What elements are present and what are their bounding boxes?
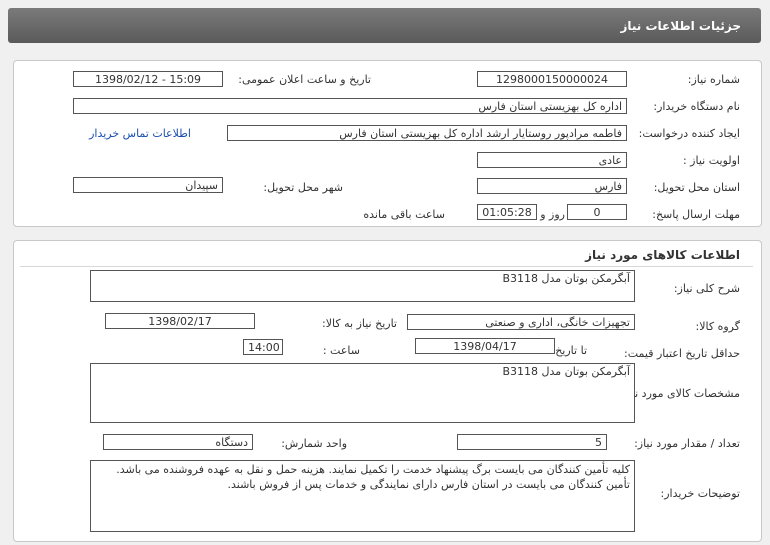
province-label: استان محل تحویل: [653,181,740,194]
need-number-field: 1298000150000024 [477,71,627,87]
need-date-field: 1398/02/17 [105,313,255,329]
requester-label: ایجاد کننده درخواست: [638,127,740,140]
goods-section-title: اطلاعات کالاهای مورد نیاز [585,248,740,262]
until-date-field: 1398/04/17 [415,338,555,354]
spec-field: آبگرمکن بوتان مدل B3118 [90,363,635,423]
province-field: فارس [477,178,627,194]
header-bar: جزئیات اطلاعات نیاز [8,8,761,43]
need-number-label: شماره نیاز: [687,73,740,86]
goods-group-label: گروه کالا: [695,320,740,333]
announce-label: تاریخ و ساعت اعلان عمومی: [238,73,371,86]
hour-field: 14:00 [243,339,283,355]
time-remaining-suffix: ساعت باقی مانده [363,208,445,221]
buyer-org-field: اداره کل بهزیستی استان فارس [73,98,627,114]
section-divider [20,266,753,267]
general-desc-label: شرح کلی نیاز: [673,282,740,295]
page-header: جزئیات اطلاعات نیاز [0,0,770,44]
deadline-label: مهلت ارسال پاسخ: [652,208,740,221]
buyer-org-label: نام دستگاه خریدار: [653,100,740,113]
notes-label: توضیحات خریدار: [660,487,741,500]
time-remaining-field: 01:05:28 [477,204,537,220]
priority-field: عادی [477,152,627,168]
city-field: سپیدان [73,177,223,193]
general-desc-field: آبگرمکن بوتان مدل B3118 [90,270,635,302]
notes-field: کلیه تأمین کنندگان می بایست برگ پیشنهاد … [90,460,635,532]
contact-buyer-link[interactable]: اطلاعات تماس خریدار [89,127,191,140]
goods-group-field: تجهیزات خانگی، اداری و صنعتی [407,314,635,330]
page-title: جزئیات اطلاعات نیاز [620,19,741,33]
priority-label: اولویت نیاز : [682,154,740,167]
requester-field: فاطمه مرادپور روستایار ارشد اداره کل بهز… [227,125,627,141]
announce-field: 1398/02/12 - 15:09 [73,71,223,87]
unit-field: دستگاه [103,434,253,450]
qty-label: تعداد / مقدار مورد نیاز: [634,437,740,450]
qty-field: 5 [457,434,607,450]
price-validity-label: حداقل تاریخ اعتبار قیمت: [624,347,740,360]
unit-label: واحد شمارش: [281,437,347,450]
days-field: 0 [567,204,627,220]
spec-label: مشخصات کالای مورد نیاز: [619,387,740,400]
hour-label: ساعت : [322,344,360,357]
need-date-label: تاریخ نیاز به کالا: [322,317,397,330]
days-unit: روز و [540,208,565,221]
city-label: شهر محل تحویل: [263,181,343,194]
